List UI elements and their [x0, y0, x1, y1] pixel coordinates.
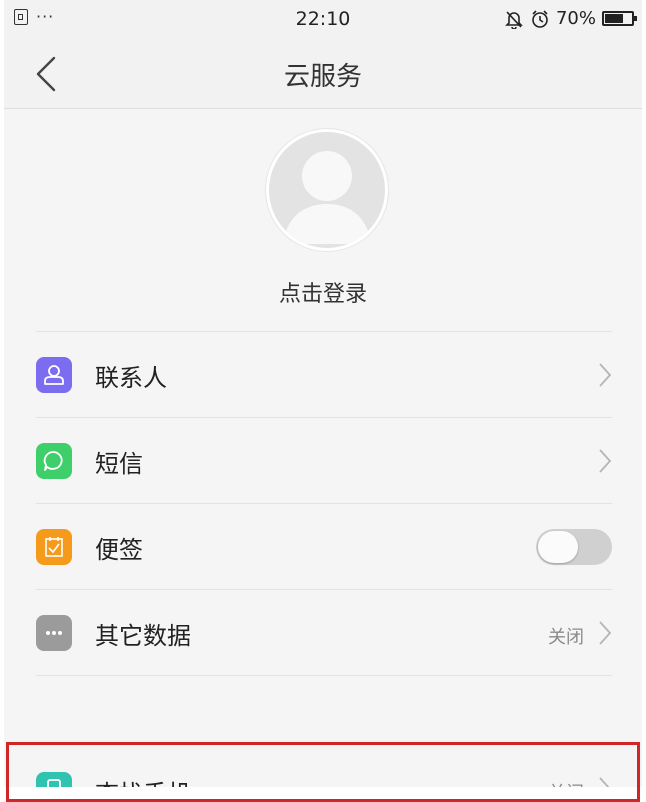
battery-percent: 70% — [555, 8, 596, 29]
item-label: 联系人 — [95, 364, 167, 392]
cloud-service-screen: ··· 22:10 70% 云服务 点击登录 联系人 短信 便签 其它数据 关闭 — [4, 0, 642, 787]
item-label: 短信 — [95, 450, 143, 478]
message-icon — [36, 443, 72, 479]
avatar[interactable] — [266, 129, 388, 251]
find-phone-icon — [36, 772, 72, 787]
item-status: 关闭 — [548, 627, 584, 648]
toggle-knob — [538, 531, 578, 563]
status-right: 70% — [504, 8, 637, 29]
contacts-icon — [36, 357, 72, 393]
alarm-icon — [532, 9, 548, 28]
chevron-right-icon — [599, 621, 612, 645]
item-label: 其它数据 — [95, 622, 191, 650]
notes-sync-toggle[interactable] — [536, 529, 612, 565]
item-find-phone[interactable]: 查找手机 关闭 — [36, 762, 612, 787]
chevron-right-icon — [599, 449, 612, 473]
battery-fill — [605, 14, 623, 23]
item-messages[interactable]: 短信 — [36, 418, 612, 504]
item-other-data[interactable]: 其它数据 关闭 — [36, 590, 612, 676]
sync-items-list: 联系人 短信 便签 其它数据 关闭 — [36, 331, 612, 676]
bell-muted-icon — [505, 10, 523, 29]
item-status: 关闭 — [548, 779, 584, 787]
item-contacts[interactable]: 联系人 — [36, 332, 612, 418]
notes-icon — [36, 529, 72, 565]
status-bar: ··· 22:10 70% — [4, 0, 642, 38]
title-bar: 云服务 — [4, 38, 642, 109]
more-data-icon — [36, 615, 72, 651]
default-avatar-icon — [283, 151, 371, 244]
page-title: 云服务 — [283, 62, 362, 92]
battery-icon — [602, 11, 637, 26]
item-label: 查找手机 — [95, 774, 191, 787]
login-link[interactable]: 点击登录 — [4, 276, 642, 308]
item-label: 便签 — [95, 536, 143, 564]
chevron-right-icon — [599, 363, 612, 387]
item-notes: 便签 — [36, 504, 612, 590]
chevron-right-icon — [599, 777, 610, 787]
